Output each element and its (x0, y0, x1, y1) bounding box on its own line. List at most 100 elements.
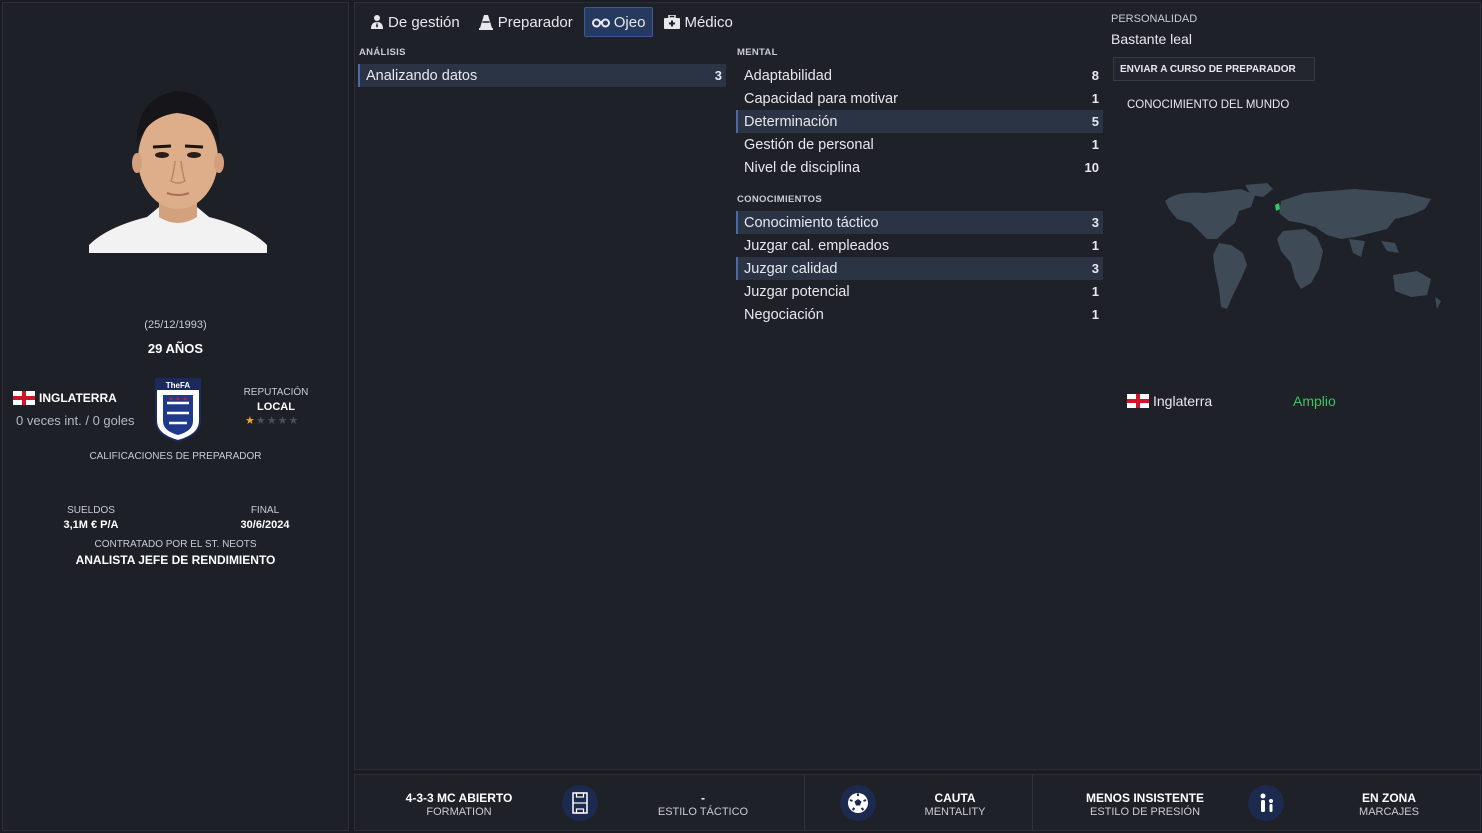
attribute-tabs: De gestión Preparador Ojeo Médico (363, 7, 740, 37)
attribute-row[interactable]: Juzgar potencial 1 (736, 280, 1103, 303)
attribute-label: Adaptabilidad (744, 67, 832, 84)
knowledge-section-title: CONOCIMIENTOS (737, 194, 823, 205)
england-highlight (1275, 203, 1280, 211)
attribute-value: 1 (1091, 238, 1099, 253)
england-flag-icon (13, 391, 35, 405)
mentality-label: MENTALITY (924, 806, 986, 818)
contracted-by: CONTRATADO POR EL ST. NEOTS (94, 539, 257, 550)
tactical-style-label: ESTILO TÁCTICO (657, 806, 749, 818)
formation-value: 4-3-3 MC ABIERTO (405, 791, 513, 805)
nationality-name: INGLATERRA (39, 391, 117, 405)
mental-list: Adaptabilidad 8 Capacidad para motivar 1… (736, 64, 1103, 179)
attribute-row[interactable]: Conocimiento táctico 3 (736, 211, 1103, 234)
attribute-label: Determinación (744, 113, 838, 130)
football-icon[interactable] (840, 785, 876, 821)
the-fa-crest-icon[interactable]: TheFA (153, 377, 203, 443)
tab-scouting[interactable]: Ojeo (583, 7, 654, 37)
profile-panel: (25/12/1993) 29 AÑOS INGLATERRA 0 veces … (2, 2, 349, 831)
attribute-label: Juzgar cal. empleados (744, 237, 890, 254)
reputation-stars: ★★★★★ (245, 414, 299, 427)
attribute-label: Negociación (744, 306, 824, 323)
attribute-row[interactable]: Analizando datos 3 (358, 64, 726, 87)
medical-kit-icon (664, 15, 681, 29)
attribute-row[interactable]: Adaptabilidad 8 (736, 64, 1103, 87)
knowledge-list: Conocimiento táctico 3 Juzgar cal. emple… (736, 211, 1103, 326)
personality-label: PERSONALIDAD (1111, 13, 1198, 25)
send-to-coaching-course-button[interactable]: ENVIAR A CURSO DE PREPARADOR (1113, 57, 1315, 81)
world-knowledge-map[interactable] (1155, 179, 1455, 329)
manager-icon (371, 15, 383, 29)
attribute-value: 1 (1091, 137, 1099, 152)
world-knowledge-level: Amplio (1293, 393, 1336, 409)
personality-value: Bastante leal (1111, 31, 1192, 47)
analysis-list: Analizando datos 3 (358, 64, 726, 87)
coach-ratings-link[interactable]: CALIFICACIONES DE PREPARADOR (3, 451, 348, 462)
tab-management-label: De gestión (388, 13, 460, 31)
tab-medical-label: Médico (684, 13, 733, 31)
attribute-row[interactable]: Gestión de personal 1 (736, 133, 1103, 156)
date-of-birth: (25/12/1993) (144, 319, 207, 331)
analysis-section-title: ANÁLISIS (359, 47, 406, 58)
age: 29 AÑOS (147, 341, 204, 356)
nationality[interactable]: INGLATERRA (13, 391, 117, 405)
attributes-panel: De gestión Preparador Ojeo Médico ANÁLIS… (354, 2, 1481, 770)
pressing-style-item[interactable]: MENOS INSISTENTE ESTILO DE PRESIÓN (1065, 791, 1225, 818)
staff-role: ANALISTA JEFE DE RENDIMIENTO (75, 553, 276, 567)
pressing-style-label: ESTILO DE PRESIÓN (1089, 806, 1201, 818)
pitch-icon[interactable] (562, 785, 598, 821)
tab-coach[interactable]: Preparador (471, 7, 580, 37)
mentality-value: CAUTA (934, 791, 976, 805)
staff-portrait (87, 77, 269, 253)
attribute-row[interactable]: Determinación 5 (736, 110, 1103, 133)
attribute-value: 3 (1091, 261, 1099, 276)
empty-star-icon: ★★★★ (255, 415, 300, 427)
england-flag-icon (1127, 394, 1149, 408)
formation-item[interactable]: 4-3-3 MC ABIERTO FORMATION (379, 791, 539, 818)
tab-management[interactable]: De gestión (363, 7, 467, 37)
mental-section-title: MENTAL (737, 47, 778, 58)
attribute-value: 10 (1084, 160, 1099, 175)
attribute-row[interactable]: Juzgar cal. empleados 1 (736, 234, 1103, 257)
attribute-row[interactable]: Capacidad para motivar 1 (736, 87, 1103, 110)
formation-label: FORMATION (426, 806, 492, 818)
attribute-row[interactable]: Juzgar calidad 3 (736, 257, 1103, 280)
reputation-value: LOCAL (257, 401, 295, 413)
attribute-label: Gestión de personal (744, 136, 874, 153)
wage-value: 3,1M € P/A (63, 519, 119, 531)
marking-value: EN ZONA (1362, 791, 1416, 805)
world-knowledge-nation[interactable]: Inglaterra (1127, 393, 1212, 409)
pressing-style-value: MENOS INSISTENTE (1085, 791, 1204, 805)
binoculars-icon (591, 18, 610, 28)
marking-label: MARCAJES (1359, 806, 1419, 818)
attribute-label: Capacidad para motivar (744, 90, 898, 107)
attribute-label: Conocimiento táctico (744, 214, 879, 231)
attribute-label: Nivel de disciplina (744, 159, 861, 176)
half-star-icon: ★ (245, 415, 256, 427)
crest-text: TheFA (166, 381, 191, 390)
marking-item[interactable]: EN ZONA MARCAJES (1329, 791, 1449, 818)
reputation-label: REPUTACIÓN (243, 387, 309, 398)
contract-end-label: FINAL (250, 505, 280, 516)
attribute-value: 5 (1091, 114, 1099, 129)
wage-label: SUELDOS (67, 505, 115, 516)
world-knowledge-nation-name: Inglaterra (1153, 393, 1213, 409)
tab-coach-label: Preparador (497, 13, 573, 31)
attribute-value: 1 (1091, 307, 1099, 322)
tactics-bar: 4-3-3 MC ABIERTO FORMATION - ESTILO TÁCT… (354, 774, 1481, 831)
world-knowledge-title: CONOCIMIENTO DEL MUNDO (1127, 99, 1290, 111)
attribute-label: Analizando datos (366, 67, 478, 84)
tactical-style-item[interactable]: - ESTILO TÁCTICO (623, 791, 783, 818)
attribute-value: 8 (1091, 68, 1099, 83)
tab-scouting-label: Ojeo (613, 13, 646, 31)
mentality-item[interactable]: CAUTA MENTALITY (895, 791, 1015, 818)
tab-medical[interactable]: Médico (657, 7, 739, 37)
attribute-row[interactable]: Nivel de disciplina 10 (736, 156, 1103, 179)
attribute-value: 3 (1091, 215, 1099, 230)
divider (804, 775, 805, 830)
pressing-players-icon[interactable] (1248, 785, 1284, 821)
attribute-value: 1 (1091, 91, 1099, 106)
attribute-row[interactable]: Negociación 1 (736, 303, 1103, 326)
coach-cone-icon (478, 15, 493, 30)
attribute-label: Juzgar potencial (744, 283, 850, 300)
tactical-style-value: - (701, 791, 705, 805)
